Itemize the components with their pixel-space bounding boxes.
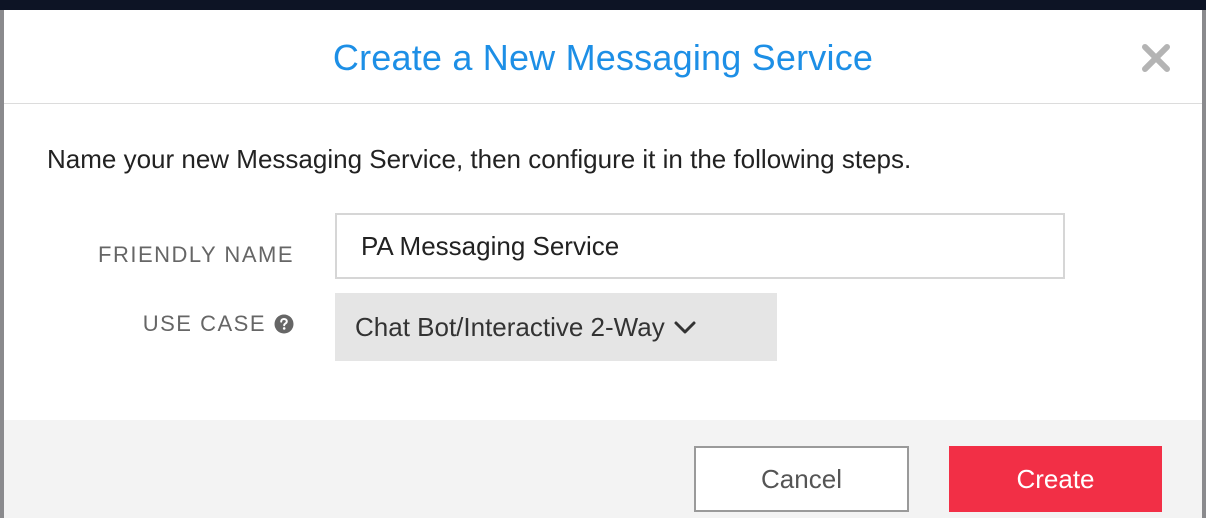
question-circle-icon[interactable]	[274, 314, 294, 334]
background-overlay-right	[1202, 10, 1206, 518]
cancel-button[interactable]: Cancel	[694, 446, 909, 512]
create-messaging-service-modal: Create a New Messaging Service Name your…	[4, 10, 1202, 518]
background-topbar	[0, 0, 1206, 10]
friendly-name-label-text: FRIENDLY NAME	[98, 242, 294, 267]
close-icon	[1136, 38, 1176, 78]
modal-footer: Cancel Create	[4, 420, 1202, 518]
modal-header: Create a New Messaging Service	[4, 10, 1202, 104]
modal-title: Create a New Messaging Service	[332, 37, 874, 78]
friendly-name-label: FRIENDLY NAME	[98, 241, 294, 269]
use-case-label: USE CASE	[143, 310, 294, 338]
modal-body: Name your new Messaging Service, then co…	[4, 105, 1202, 420]
use-case-label-text: USE CASE	[142, 311, 266, 336]
chevron-down-icon	[673, 315, 697, 339]
use-case-selected-value: Chat Bot/Interactive 2-Way	[355, 312, 665, 342]
create-button[interactable]: Create	[949, 446, 1162, 512]
use-case-select[interactable]: Chat Bot/Interactive 2-Way	[335, 293, 777, 361]
friendly-name-input[interactable]	[335, 213, 1065, 279]
close-button[interactable]	[1136, 38, 1176, 78]
intro-text: Name your new Messaging Service, then co…	[47, 144, 912, 174]
